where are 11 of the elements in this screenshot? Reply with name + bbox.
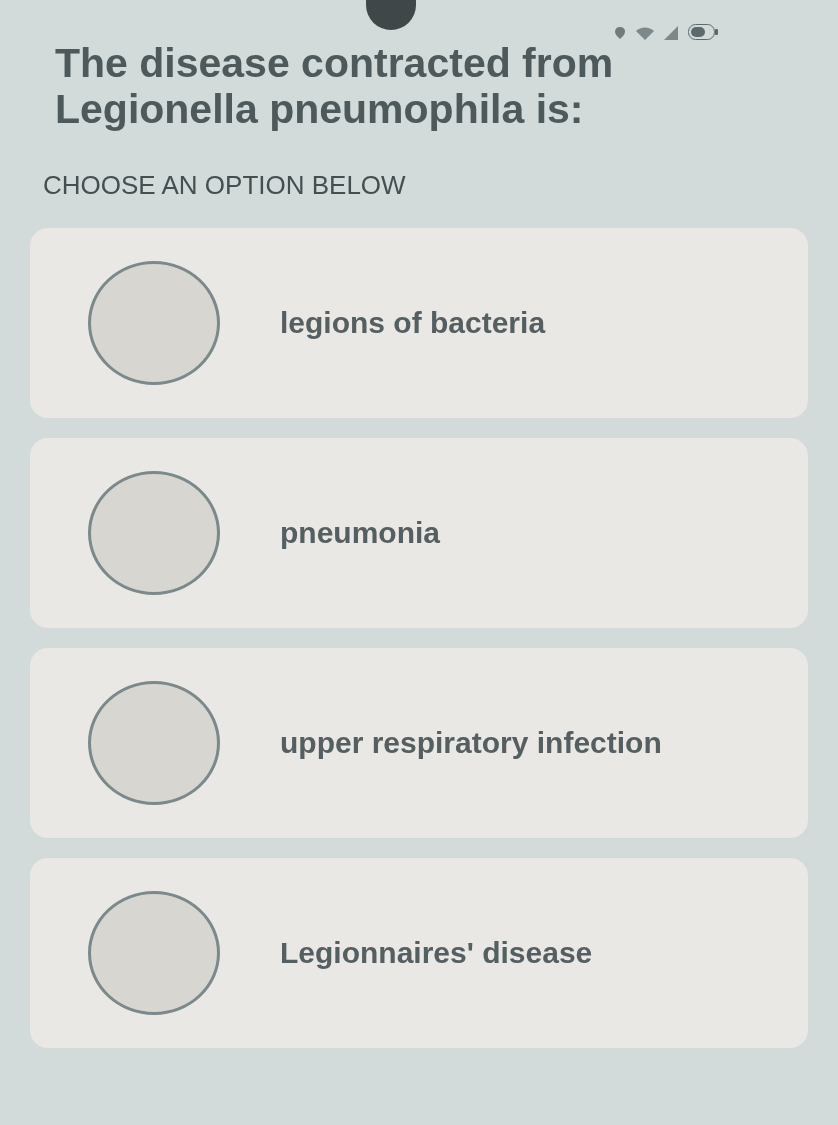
answer-option[interactable]: legions of bacteria (30, 228, 808, 418)
location-icon (614, 26, 626, 40)
answer-option[interactable]: pneumonia (30, 438, 808, 628)
answer-option[interactable]: Legionnaires' disease (30, 858, 808, 1048)
answer-option[interactable]: upper respiratory infection (30, 648, 808, 838)
wifi-icon (636, 27, 654, 40)
battery-icon (688, 24, 718, 40)
camera-hole-icon (366, 0, 416, 30)
signal-icon (664, 26, 678, 40)
question-title: The disease contracted from Legionella pneumophila is: (55, 40, 615, 132)
instruction-text: CHOOSE AN OPTION BELOW (43, 170, 406, 200)
